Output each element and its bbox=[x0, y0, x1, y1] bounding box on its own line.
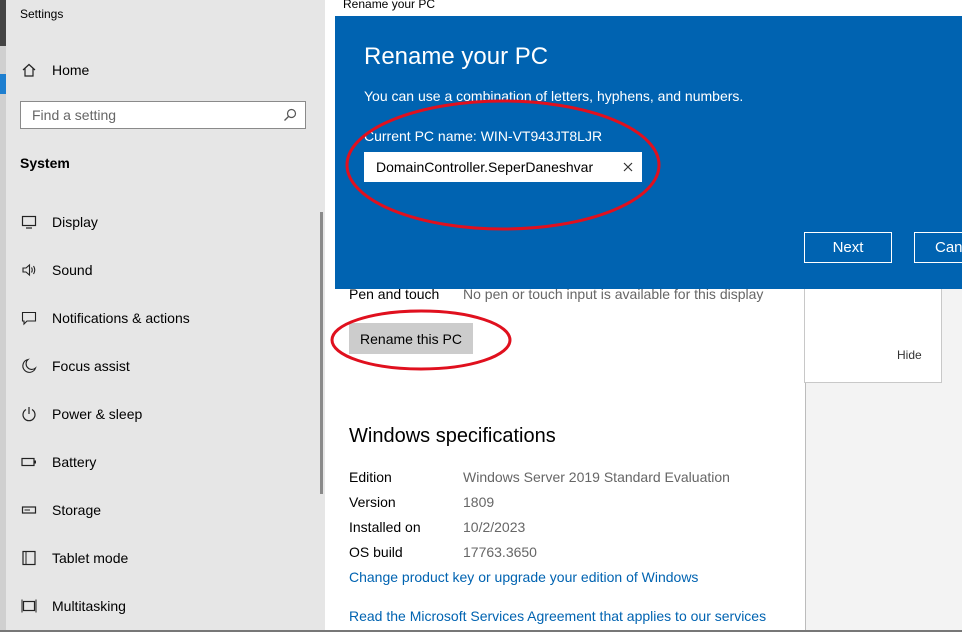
home-icon bbox=[20, 61, 38, 79]
notifications-icon bbox=[20, 309, 38, 327]
sound-icon bbox=[20, 261, 38, 279]
nav-item-label: Multitasking bbox=[52, 598, 126, 614]
nav-item-label: Focus assist bbox=[52, 358, 130, 374]
rename-pc-button[interactable]: Rename this PC bbox=[349, 323, 473, 354]
settings-sidebar: Settings Home System Display Sound Notif… bbox=[6, 0, 325, 632]
spec-value-installed: 10/2/2023 bbox=[463, 519, 526, 535]
services-agreement-link[interactable]: Read the Microsoft Services Agreement th… bbox=[349, 608, 766, 624]
nav-item-tablet-mode[interactable]: Tablet mode bbox=[20, 546, 128, 570]
multitasking-icon bbox=[20, 597, 38, 615]
app-title: Settings bbox=[20, 7, 64, 21]
next-button[interactable]: Next bbox=[804, 232, 892, 263]
cancel-button[interactable]: Cancel bbox=[914, 232, 962, 263]
rename-pc-dialog: Rename your PC You can use a combination… bbox=[335, 16, 962, 289]
spec-value-os-build: 17763.3650 bbox=[463, 544, 537, 560]
nav-item-focus-assist[interactable]: Focus assist bbox=[20, 354, 130, 378]
power-icon bbox=[20, 405, 38, 423]
dialog-description: You can use a combination of letters, hy… bbox=[364, 88, 744, 104]
nav-item-label: Power & sleep bbox=[52, 406, 143, 422]
nav-item-storage[interactable]: Storage bbox=[20, 498, 101, 522]
nav-home-label: Home bbox=[52, 62, 90, 78]
dialog-heading: Rename your PC bbox=[364, 43, 549, 70]
nav-item-power-sleep[interactable]: Power & sleep bbox=[20, 402, 142, 426]
spec-value-version: 1809 bbox=[463, 494, 495, 510]
nav-item-label: Tablet mode bbox=[52, 550, 129, 566]
search-icon[interactable] bbox=[283, 108, 297, 127]
nav-item-label: Display bbox=[52, 214, 98, 230]
spec-label-installed: Installed on bbox=[349, 519, 421, 535]
tablet-icon bbox=[20, 549, 38, 567]
nav-item-label: Sound bbox=[52, 262, 93, 278]
pc-name-input[interactable] bbox=[364, 152, 616, 182]
spec-value-edition: Windows Server 2019 Standard Evaluation bbox=[463, 469, 730, 485]
nav-item-label: Battery bbox=[52, 454, 97, 470]
spec-label-os-build: OS build bbox=[349, 544, 403, 560]
storage-icon bbox=[20, 501, 38, 519]
nav-item-label: Notifications & actions bbox=[52, 310, 190, 326]
display-icon bbox=[20, 213, 38, 231]
search-input[interactable] bbox=[21, 102, 282, 128]
spec-label-version: Version bbox=[349, 494, 396, 510]
side-panel: Hide bbox=[804, 288, 942, 383]
current-pc-name: Current PC name: WIN-VT943JT8LJR bbox=[364, 128, 603, 144]
dialog-titlebar: Rename your PC bbox=[335, 0, 962, 16]
change-product-key-link[interactable]: Change product key or upgrade your editi… bbox=[349, 569, 698, 585]
pc-name-field[interactable] bbox=[364, 152, 642, 182]
hide-button[interactable]: Hide bbox=[897, 348, 922, 362]
moon-icon bbox=[20, 357, 38, 375]
sidebar-scrollbar[interactable] bbox=[320, 212, 323, 494]
nav-home[interactable]: Home bbox=[20, 58, 89, 82]
spec-label-edition: Edition bbox=[349, 469, 392, 485]
section-title: System bbox=[20, 155, 70, 171]
search-box[interactable] bbox=[20, 101, 306, 129]
windows-specifications-heading: Windows specifications bbox=[349, 425, 556, 447]
battery-icon bbox=[20, 453, 38, 471]
nav-item-label: Storage bbox=[52, 502, 102, 518]
clear-icon[interactable] bbox=[622, 160, 634, 178]
nav-item-multitasking[interactable]: Multitasking bbox=[20, 594, 126, 618]
nav-item-sound[interactable]: Sound bbox=[20, 258, 92, 282]
dialog-window-title: Rename your PC bbox=[343, 0, 436, 11]
nav-item-notifications[interactable]: Notifications & actions bbox=[20, 306, 190, 330]
nav-item-battery[interactable]: Battery bbox=[20, 450, 96, 474]
nav-item-display[interactable]: Display bbox=[20, 210, 98, 234]
